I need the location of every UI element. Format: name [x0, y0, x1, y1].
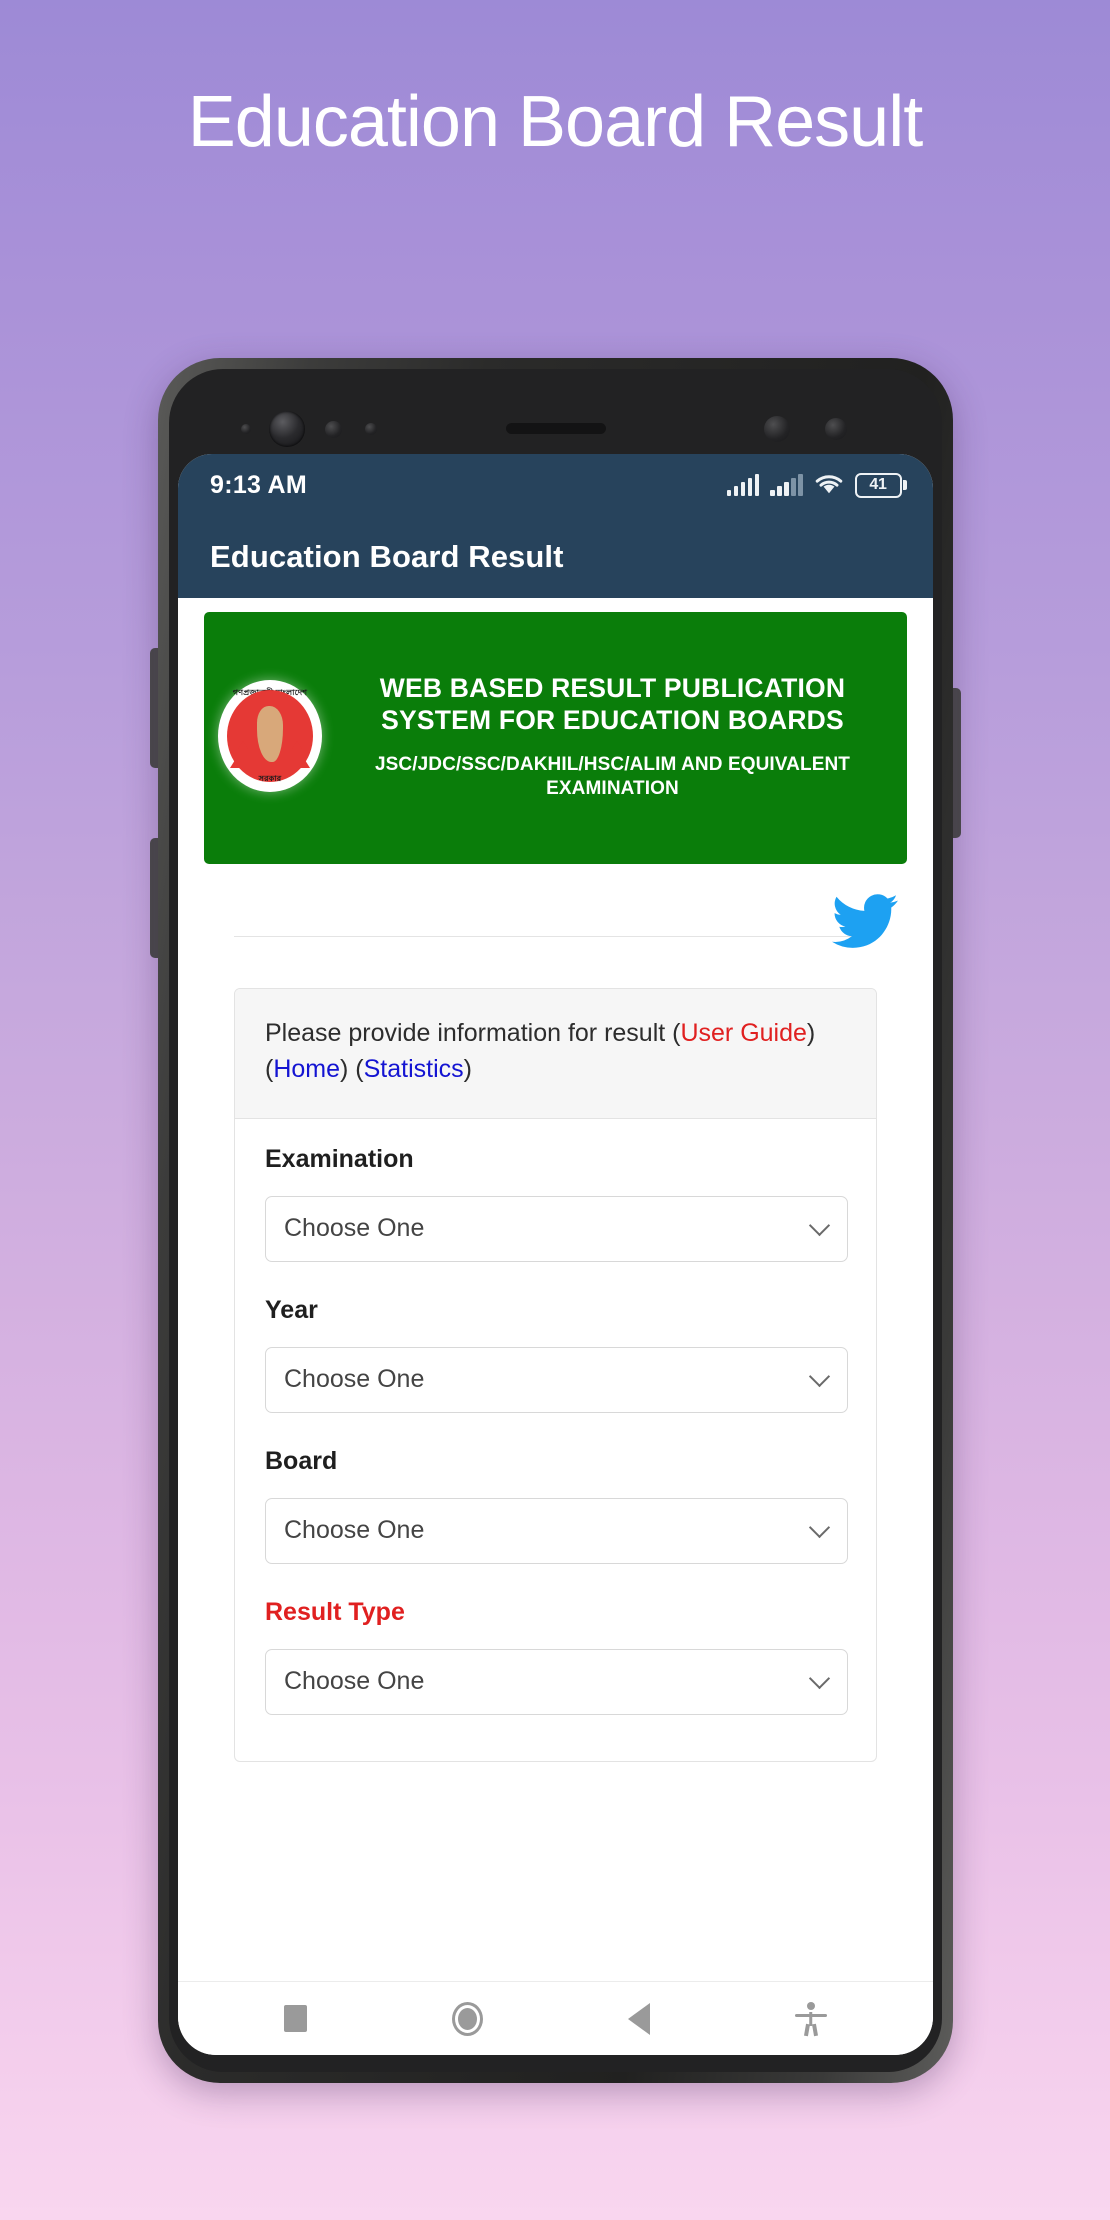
chevron-down-icon — [808, 1365, 831, 1387]
app-bar-title: Education Board Result — [210, 539, 564, 574]
form-body: Examination Choose One Year Choose One B… — [235, 1119, 876, 1761]
home-circle-icon[interactable] — [452, 2001, 484, 2036]
signal-icon — [726, 474, 759, 496]
select-result-type-value: Choose One — [284, 1667, 425, 1695]
bangladesh-government-emblem-icon: গণপ্রজাতন্ত্রী বাংলাদেশ সরকার — [218, 680, 322, 792]
label-examination: Examination — [265, 1144, 414, 1173]
secondary-camera-icon — [764, 416, 790, 442]
webview-content: গণপ্রজাতন্ত্রী বাংলাদেশ সরকার WEB BASED … — [178, 598, 933, 1981]
select-year-value: Choose One — [284, 1365, 425, 1393]
recents-square-icon[interactable] — [284, 2005, 308, 2032]
phone-device-mockup: 9:13 AM 41 Education Board Result সরকার … — [150, 358, 961, 2083]
light-sensor-icon — [325, 421, 342, 438]
battery-level-label: 41 — [869, 476, 887, 493]
tertiary-sensor-icon — [825, 418, 847, 440]
earpiece-speaker — [505, 423, 606, 434]
phone-top-bezel — [169, 369, 942, 465]
chevron-down-icon — [808, 1516, 831, 1538]
select-board[interactable]: Choose One — [265, 1497, 848, 1564]
android-navigation-bar — [178, 1981, 933, 2055]
notice-prefix: Please provide information for result ( — [265, 1019, 681, 1047]
proximity-sensor-icon — [241, 424, 251, 434]
page-title: Education Board Result — [187, 82, 923, 162]
label-board: Board — [265, 1446, 338, 1475]
select-examination-value: Choose One — [284, 1214, 425, 1242]
app-bar: Education Board Result — [178, 516, 933, 598]
site-banner: গণপ্রজাতন্ত্রী বাংলাদেশ সরকার WEB BASED … — [204, 612, 907, 864]
emblem-bottom-text: সরকার — [258, 774, 282, 783]
front-camera-icon — [269, 411, 305, 447]
banner-headline: WEB BASED RESULT PUBLICATION SYSTEM FOR … — [379, 672, 846, 736]
status-bar-time: 9:13 AM — [210, 470, 308, 499]
battery-icon: 41 — [854, 472, 907, 498]
user-guide-link[interactable]: User Guide — [680, 1019, 806, 1047]
status-bar-icons: 41 — [726, 472, 907, 498]
signal-icon-secondary — [770, 474, 803, 496]
select-examination[interactable]: Choose One — [265, 1195, 848, 1262]
accessibility-icon[interactable] — [794, 2001, 827, 2036]
status-bar: 9:13 AM 41 — [178, 454, 933, 516]
select-year[interactable]: Choose One — [265, 1346, 848, 1413]
twitter-bird-icon[interactable] — [825, 888, 905, 954]
social-row — [204, 864, 907, 988]
chevron-down-icon — [808, 1214, 831, 1236]
notice-sep-2: ) ( — [340, 1055, 364, 1084]
back-triangle-icon[interactable] — [627, 2002, 650, 2035]
ir-sensor-icon — [365, 423, 377, 435]
notice-text: Please provide information for result (U… — [235, 989, 876, 1119]
label-year: Year — [265, 1295, 318, 1324]
result-form-card: Please provide information for result (U… — [234, 988, 877, 1762]
wifi-icon — [815, 475, 842, 494]
statistics-link[interactable]: Statistics — [364, 1055, 464, 1083]
home-link[interactable]: Home — [273, 1055, 340, 1083]
select-board-value: Choose One — [284, 1516, 425, 1544]
divider — [234, 936, 877, 937]
label-result-type: Result Type — [265, 1597, 405, 1626]
select-result-type[interactable]: Choose One — [265, 1648, 848, 1715]
banner-subline: JSC/JDC/SSC/DAKHIL/HSC/ALIM AND EQUIVALE… — [374, 753, 850, 799]
banner-text-block: WEB BASED RESULT PUBLICATION SYSTEM FOR … — [338, 672, 887, 801]
phone-frame: 9:13 AM 41 Education Board Result সরকার … — [158, 358, 953, 2083]
chevron-down-icon — [808, 1667, 831, 1689]
phone-screen: 9:13 AM 41 Education Board Result সরকার … — [178, 454, 933, 2055]
notice-suffix: ) — [463, 1055, 472, 1084]
